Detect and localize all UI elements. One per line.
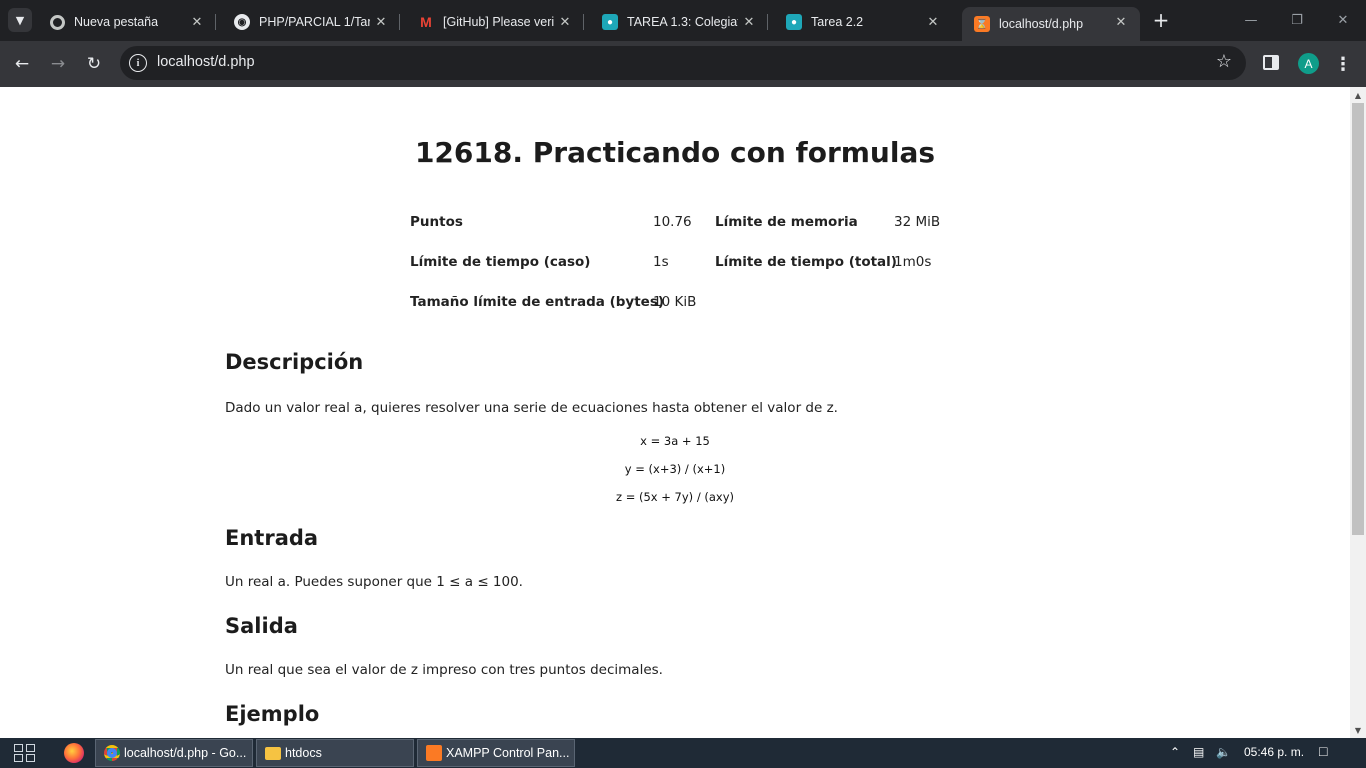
taskbar-item-chrome[interactable]: localhost/d.php - Go... [95, 739, 253, 767]
tab-title: Tarea 2.2 [811, 15, 864, 29]
xampp-icon: ⌛ [974, 16, 990, 32]
tab-nueva-pestana[interactable]: Nueva pestaña ✕ [38, 7, 216, 37]
problem-title: 12618. Practicando con formulas [414, 136, 936, 169]
input-heading: Entrada [225, 526, 319, 550]
bookmark-star-icon[interactable]: ☆ [1216, 51, 1232, 72]
points-value: 10.76 [653, 214, 692, 230]
close-window-button[interactable]: ✕ [1320, 0, 1366, 41]
task-view-icon[interactable] [14, 744, 36, 763]
memory-limit-value: 32 MiB [894, 214, 941, 230]
description-text: Dado un valor real a, quieres resolver u… [225, 400, 838, 416]
formula-y: y = (x+3) / (x+1) [624, 462, 726, 476]
menu-kebab-icon[interactable]: ⋮ [1334, 52, 1352, 76]
tab-github-php[interactable]: ◉ PHP/PARCIAL 1/Tarea ✕ [222, 7, 400, 37]
taskbar-item-label: XAMPP Control Pan... [446, 746, 570, 760]
address-bar[interactable]: i localhost/d.php ☆ [120, 46, 1246, 80]
close-icon[interactable]: ✕ [556, 13, 574, 31]
time-limit-case-value: 1s [653, 254, 669, 270]
restore-icon: ❐ [1291, 13, 1303, 28]
tab-title: Nueva pestaña [74, 15, 159, 29]
profile-avatar[interactable]: A [1298, 53, 1319, 74]
tab-search-button[interactable]: ▼ [8, 8, 32, 32]
arrow-left-icon: ← [14, 54, 30, 74]
scroll-up-icon[interactable]: ▲ [1350, 88, 1366, 102]
input-size-limit-label: Tamaño límite de entrada (bytes) [410, 294, 665, 310]
network-icon[interactable]: ▤ [1193, 745, 1204, 759]
taskbar-item-xampp[interactable]: XAMPP Control Pan... [417, 739, 575, 767]
minimize-icon: — [1244, 13, 1258, 28]
tab-separator [215, 14, 216, 30]
close-icon[interactable]: ✕ [372, 13, 390, 31]
back-button[interactable]: ← [9, 51, 35, 77]
taskbar-item-label: localhost/d.php - Go... [124, 746, 247, 760]
close-icon[interactable]: ✕ [740, 13, 758, 31]
windows-taskbar: localhost/d.php - Go... htdocs XAMPP Con… [0, 738, 1366, 768]
points-label: Puntos [410, 214, 463, 230]
tab-title: [GitHub] Please verify [443, 15, 554, 29]
notifications-icon[interactable]: □ [1319, 743, 1327, 759]
classroom-icon: ● [786, 14, 802, 30]
tab-strip: ▼ Nueva pestaña ✕ ◉ PHP/PARCIAL 1/Tarea … [0, 0, 1366, 41]
description-heading: Descripción [225, 350, 364, 374]
gmail-icon: M [420, 14, 432, 30]
page-scrollbar[interactable]: ▲ ▼ [1350, 87, 1366, 738]
github-icon: ◉ [234, 14, 250, 30]
browser-toolbar: ← → ↻ i localhost/d.php ☆ A ⋮ [0, 41, 1366, 87]
scrollbar-thumb[interactable] [1352, 103, 1364, 535]
new-tab-button[interactable]: + [1150, 8, 1172, 32]
chrome-icon [104, 745, 120, 761]
chrome-icon [50, 14, 65, 30]
input-text: Un real a. Puedes suponer que 1 ≤ a ≤ 10… [225, 574, 523, 590]
arrow-right-icon: → [50, 54, 66, 74]
volume-icon[interactable]: 🔈 [1216, 745, 1231, 759]
close-icon: ✕ [1337, 13, 1349, 28]
reload-icon: ↻ [86, 54, 102, 74]
side-panel-icon[interactable] [1263, 55, 1279, 70]
time-limit-case-label: Límite de tiempo (caso) [410, 254, 591, 270]
url-text[interactable]: localhost/d.php [157, 54, 255, 70]
taskbar-clock[interactable]: 05:46 p. m. [1244, 745, 1304, 759]
tab-gmail[interactable]: M [GitHub] Please verify ✕ [406, 7, 584, 37]
page-viewport: 12618. Practicando con formulas Puntos 1… [0, 87, 1350, 738]
formula-x: x = 3a + 15 [640, 434, 710, 448]
xampp-icon [426, 745, 442, 761]
tab-tarea-2-2[interactable]: ● Tarea 2.2 ✕ [774, 7, 952, 37]
output-text: Un real que sea el valor de z impreso co… [225, 662, 663, 678]
close-icon[interactable]: ✕ [1112, 13, 1130, 31]
close-icon[interactable]: ✕ [924, 13, 942, 31]
forward-button[interactable]: → [45, 51, 71, 77]
restore-button[interactable]: ❐ [1274, 0, 1320, 41]
time-limit-total-value: 1m0s [894, 254, 932, 270]
chevron-up-icon[interactable]: ⌃ [1170, 745, 1180, 759]
minimize-button[interactable]: — [1228, 0, 1274, 41]
output-heading: Salida [225, 614, 298, 638]
memory-limit-label: Límite de memoria [715, 214, 858, 230]
reload-button[interactable]: ↻ [81, 51, 107, 77]
example-heading: Ejemplo [225, 702, 320, 726]
tab-separator [583, 14, 584, 30]
taskbar-item-explorer[interactable]: htdocs [256, 739, 414, 767]
site-info-icon[interactable]: i [129, 54, 147, 72]
firefox-icon[interactable] [64, 743, 84, 763]
close-icon[interactable]: ✕ [188, 13, 206, 31]
tab-title: PHP/PARCIAL 1/Tarea [259, 15, 370, 29]
plus-icon: + [1152, 8, 1170, 32]
tab-title: localhost/d.php [999, 17, 1084, 31]
chevron-down-icon: ▼ [15, 13, 25, 27]
tab-localhost-active[interactable]: ⌛ localhost/d.php ✕ [962, 7, 1140, 41]
taskbar-item-label: htdocs [285, 746, 322, 760]
tab-tarea-1-3[interactable]: ● TAREA 1.3: Colegiatura ✕ [590, 7, 768, 37]
tab-separator [767, 14, 768, 30]
scroll-down-icon[interactable]: ▼ [1350, 723, 1366, 737]
tab-title: TAREA 1.3: Colegiatura [627, 15, 738, 29]
time-limit-total-label: Límite de tiempo (total) [715, 254, 897, 270]
tab-separator [399, 14, 400, 30]
classroom-icon: ● [602, 14, 618, 30]
input-size-limit-value: 10 KiB [653, 294, 697, 310]
formula-z: z = (5x + 7y) / (axy) [616, 490, 734, 504]
folder-icon [265, 746, 281, 760]
